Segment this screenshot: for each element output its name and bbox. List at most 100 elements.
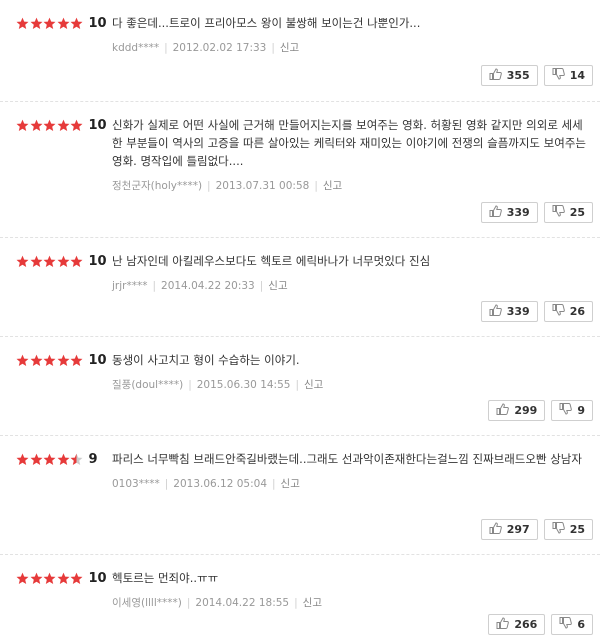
thumbs-down-icon — [552, 68, 570, 83]
review-author[interactable]: kddd**** — [112, 42, 159, 54]
star-icon — [16, 453, 29, 466]
thumbs-up-icon — [489, 522, 507, 537]
review-text: 동생이 사고치고 형이 수습하는 이야기. — [112, 353, 300, 367]
review-item: 10 동생이 사고치고 형이 수습하는 이야기. 질풍(doul****) | … — [0, 337, 600, 436]
star-icon — [30, 17, 43, 30]
divider: | — [164, 477, 169, 490]
review-text: 난 남자인데 아킬레우스보다도 헥토르 에릭바나가 너무멋있다 진심 — [112, 254, 431, 268]
star-icon — [57, 453, 70, 466]
dislike-button[interactable]: 25 — [543, 519, 593, 540]
like-count: 297 — [506, 523, 530, 536]
star-icon — [16, 255, 29, 268]
divider: | — [207, 179, 211, 192]
star-icon — [57, 119, 70, 132]
report-link[interactable]: 신고 — [268, 278, 287, 293]
dislike-button[interactable]: 6 — [551, 614, 593, 635]
dislike-button[interactable]: 14 — [543, 65, 593, 86]
thumbs-down-icon — [559, 617, 577, 632]
star-icon — [57, 572, 70, 585]
star-rating — [16, 119, 84, 132]
star-icon — [30, 453, 43, 466]
review-item: 9 파리스 너무빡침 브래드안죽길바랬는데..그래도 선과악이존재한다는걸느낌 … — [0, 436, 600, 555]
dislike-button[interactable]: 9 — [551, 400, 593, 421]
star-icon — [30, 119, 43, 132]
star-icon — [70, 354, 83, 367]
report-link[interactable]: 신고 — [281, 476, 300, 491]
rating: 10 — [16, 254, 107, 269]
star-icon — [43, 572, 56, 585]
star-icon — [57, 17, 70, 30]
thumbs-down-icon — [552, 522, 570, 537]
review-text: 다 좋은데...트로이 프리아모스 왕이 불쌍해 보이는건 나뿐인가... — [112, 16, 421, 30]
report-link[interactable]: 신고 — [303, 595, 322, 610]
report-link[interactable]: 신고 — [304, 377, 323, 392]
review-author[interactable]: 정천군자(holy****) — [112, 178, 202, 193]
report-link[interactable]: 신고 — [323, 178, 342, 193]
divider: | — [152, 279, 157, 292]
score-value: 10 — [88, 16, 107, 31]
rating: 10 — [16, 16, 107, 31]
rating: 10 — [16, 571, 107, 586]
star-icon — [30, 354, 43, 367]
star-icon — [57, 255, 70, 268]
divider: | — [188, 378, 192, 391]
thumbs-down-icon — [552, 304, 570, 319]
divider: | — [295, 378, 299, 391]
score-value: 10 — [88, 353, 107, 368]
rating: 10 — [16, 353, 107, 368]
review-date: 2012.02.02 17:33 — [172, 41, 267, 54]
like-button[interactable]: 299 — [488, 400, 546, 421]
star-rating — [16, 354, 84, 367]
star-icon — [16, 572, 29, 585]
review-author[interactable]: jrjr**** — [112, 280, 147, 292]
like-button[interactable]: 266 — [488, 614, 546, 635]
thumbs-down-icon — [552, 205, 570, 220]
divider: | — [272, 477, 276, 490]
review-date: 2015.06.30 14:55 — [196, 378, 291, 391]
review-item: 10 난 남자인데 아킬레우스보다도 헥토르 에릭바나가 너무멋있다 진심 jr… — [0, 238, 600, 337]
review-author[interactable]: 이세영(llll****) — [112, 595, 182, 610]
review-date: 2014.04.22 20:33 — [161, 279, 255, 292]
dislike-count: 25 — [569, 206, 585, 219]
thumbs-up-icon — [496, 617, 514, 632]
like-count: 339 — [506, 206, 530, 219]
dislike-button[interactable]: 26 — [543, 301, 593, 322]
like-button[interactable]: 355 — [480, 65, 538, 86]
thumbs-up-icon — [496, 403, 514, 418]
like-button[interactable]: 339 — [480, 301, 538, 322]
thumbs-up-icon — [489, 304, 507, 319]
review-author[interactable]: 0103**** — [112, 478, 160, 490]
star-icon — [43, 119, 56, 132]
star-icon — [30, 572, 43, 585]
review-list: 10 다 좋은데...트로이 프리아모스 왕이 불쌍해 보이는건 나뿐인가...… — [0, 0, 600, 641]
star-icon — [43, 354, 56, 367]
star-icon — [16, 119, 29, 132]
star-icon — [43, 255, 56, 268]
divider: | — [186, 596, 191, 609]
dislike-count: 6 — [577, 618, 585, 631]
star-icon — [70, 453, 83, 466]
like-button[interactable]: 297 — [480, 519, 538, 540]
like-count: 355 — [506, 69, 530, 82]
review-item: 10 신화가 실제로 어떤 사실에 근거해 만들어지는지를 보여주는 영화. 허… — [0, 102, 600, 238]
like-count: 339 — [506, 305, 530, 318]
dislike-button[interactable]: 25 — [543, 202, 593, 223]
dislike-count: 26 — [569, 305, 585, 318]
review-item: 10 헥토르는 먼죄야..ㅠㅠ 이세영(llll****) | 2014.04.… — [0, 555, 600, 641]
like-button[interactable]: 339 — [480, 202, 538, 223]
review-item: 10 다 좋은데...트로이 프리아모스 왕이 불쌍해 보이는건 나뿐인가...… — [0, 0, 600, 102]
divider: | — [294, 596, 298, 609]
star-icon — [70, 572, 83, 585]
divider: | — [164, 41, 168, 54]
score-value: 10 — [88, 118, 107, 133]
dislike-count: 9 — [577, 404, 585, 417]
report-link[interactable]: 신고 — [280, 40, 299, 55]
star-rating — [16, 255, 84, 268]
score-value: 10 — [88, 254, 107, 269]
review-author[interactable]: 질풍(doul****) — [112, 377, 183, 392]
star-icon — [70, 255, 83, 268]
rating: 10 — [16, 118, 107, 133]
divider: | — [314, 179, 318, 192]
like-count: 299 — [514, 404, 538, 417]
star-rating — [16, 453, 84, 466]
